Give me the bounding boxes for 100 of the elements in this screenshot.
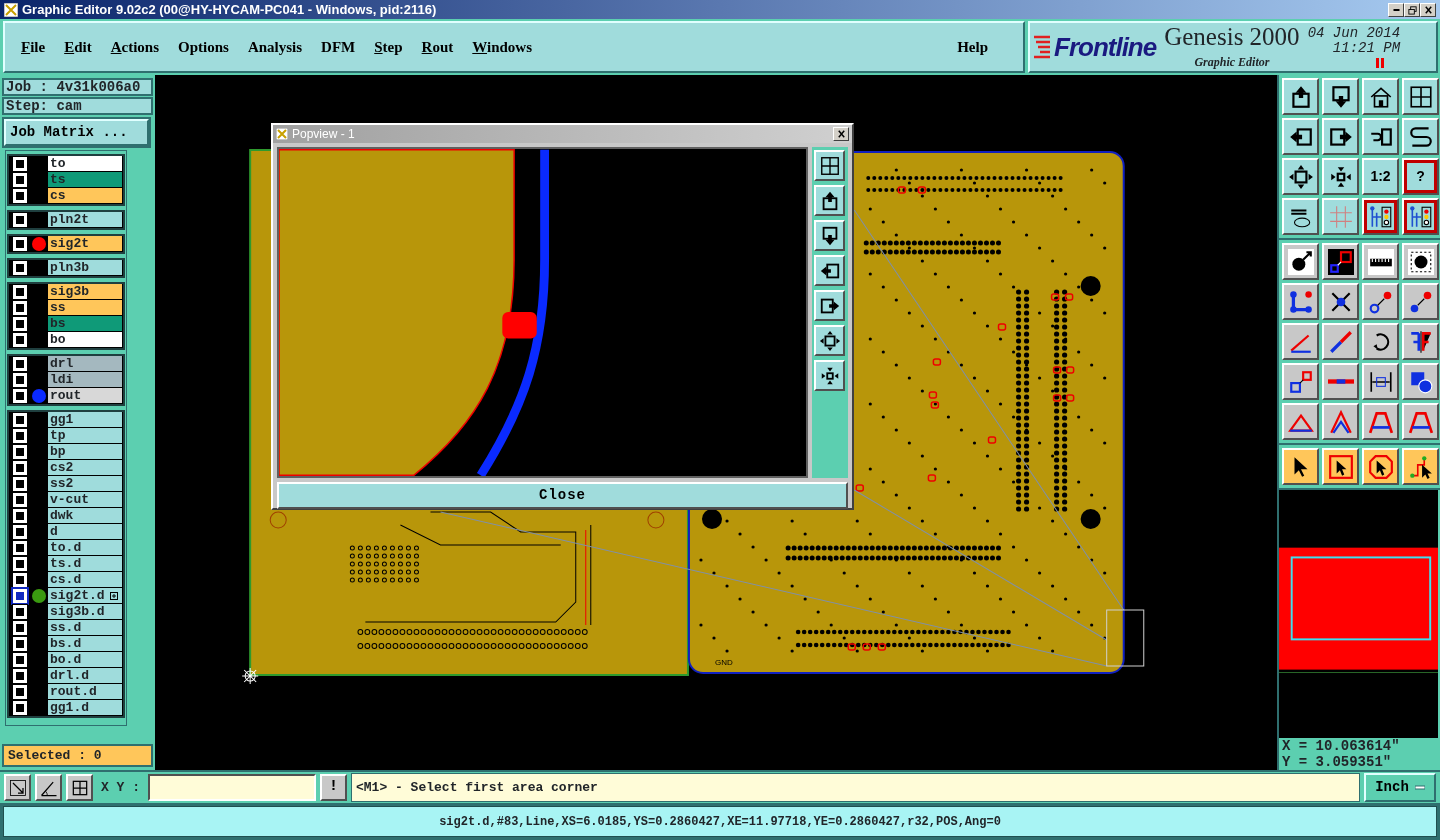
xy-input-field[interactable] xyxy=(148,774,316,801)
layer-checkbox[interactable] xyxy=(13,389,27,403)
tool-button[interactable] xyxy=(1402,118,1439,155)
layer-name[interactable]: gg1 xyxy=(48,412,122,427)
menu-item[interactable]: Step xyxy=(374,35,403,59)
layer-checkbox[interactable] xyxy=(13,373,27,387)
tool-button[interactable] xyxy=(1402,448,1439,485)
tool-button[interactable] xyxy=(1322,198,1359,235)
layer-checkbox[interactable] xyxy=(13,301,27,315)
layer-name[interactable]: bs.d xyxy=(48,636,122,651)
tool-button[interactable] xyxy=(1322,118,1359,155)
popup-tool-button[interactable] xyxy=(814,325,846,356)
layer-checkbox[interactable] xyxy=(13,413,27,427)
layer-checkbox[interactable] xyxy=(13,573,27,587)
tool-button[interactable] xyxy=(1282,198,1319,235)
tool-button[interactable] xyxy=(1362,243,1399,280)
tool-button[interactable] xyxy=(1282,403,1319,440)
layer-name[interactable]: rout xyxy=(48,388,122,403)
layer-name[interactable]: bs xyxy=(48,316,122,331)
tool-button[interactable] xyxy=(1362,283,1399,320)
layer-name[interactable]: cs.d xyxy=(48,572,122,587)
popup-tool-button[interactable] xyxy=(814,290,846,321)
tool-button[interactable] xyxy=(1282,78,1319,115)
layer-checkbox[interactable] xyxy=(13,461,27,475)
layer-name[interactable]: cs2 xyxy=(48,460,122,475)
popup-tool-button[interactable] xyxy=(814,150,846,181)
tool-button[interactable] xyxy=(1402,363,1439,400)
layer-name[interactable]: ss xyxy=(48,300,122,315)
tool-button[interactable] xyxy=(1322,448,1359,485)
layer-name[interactable]: drl.d xyxy=(48,668,122,683)
layer-name[interactable]: cs xyxy=(48,188,122,203)
layer-checkbox[interactable] xyxy=(13,285,27,299)
layer-name[interactable]: ss2 xyxy=(48,476,122,491)
menu-item[interactable]: DFM xyxy=(321,35,356,59)
menu-item[interactable]: Analysis xyxy=(247,35,303,59)
tool-button[interactable] xyxy=(1402,243,1439,280)
layer-name[interactable]: v-cut xyxy=(48,492,122,507)
layer-checkbox[interactable] xyxy=(13,605,27,619)
layer-checkbox[interactable] xyxy=(13,333,27,347)
close-button[interactable] xyxy=(1420,2,1436,17)
tool-button[interactable] xyxy=(1322,363,1359,400)
tool-button[interactable] xyxy=(1282,323,1319,360)
job-matrix-button[interactable]: Job Matrix ... xyxy=(4,119,149,146)
tool-button[interactable] xyxy=(1362,323,1399,360)
menu-item[interactable]: File xyxy=(21,35,46,59)
layer-checkbox[interactable] xyxy=(13,357,27,371)
popup-tool-button[interactable] xyxy=(814,360,846,391)
tool-button[interactable] xyxy=(1402,323,1439,360)
layer-checkbox[interactable] xyxy=(13,557,27,571)
tool-button[interactable] xyxy=(1402,78,1439,115)
layer-name[interactable]: sig2t.d xyxy=(48,588,122,603)
layer-name[interactable]: tp xyxy=(48,428,122,443)
layer-checkbox[interactable] xyxy=(13,317,27,331)
tool-button[interactable] xyxy=(1282,158,1319,195)
tool-button[interactable] xyxy=(1322,158,1359,195)
tool-button[interactable] xyxy=(1362,448,1399,485)
tool-button[interactable] xyxy=(1322,78,1359,115)
tool-button[interactable] xyxy=(1402,403,1439,440)
tool-button[interactable] xyxy=(1362,78,1399,115)
tool-button[interactable] xyxy=(1322,323,1359,360)
layer-checkbox[interactable] xyxy=(13,621,27,635)
tool-button[interactable]: ? xyxy=(1402,158,1439,195)
layer-name[interactable]: sig3b.d xyxy=(48,604,122,619)
snap-tool-button[interactable] xyxy=(66,774,93,801)
popup-tool-button[interactable] xyxy=(814,220,846,251)
tool-button[interactable] xyxy=(1362,363,1399,400)
tool-button[interactable] xyxy=(1282,118,1319,155)
layer-name[interactable]: bo xyxy=(48,332,122,347)
layer-checkbox[interactable] xyxy=(13,637,27,651)
tool-button[interactable] xyxy=(1322,403,1359,440)
layer-name[interactable]: to xyxy=(48,156,122,171)
layer-checkbox[interactable] xyxy=(13,429,27,443)
menu-item[interactable]: Windows xyxy=(472,35,533,59)
menu-item[interactable]: Options xyxy=(178,35,229,59)
tool-button[interactable] xyxy=(1362,118,1399,155)
layer-name[interactable]: pln3b xyxy=(48,260,122,275)
popup-close-button[interactable] xyxy=(833,127,849,141)
layer-name[interactable]: to.d xyxy=(48,540,122,555)
layer-name[interactable]: sig3b xyxy=(48,284,122,299)
snap-tool-button[interactable] xyxy=(35,774,62,801)
units-dropdown[interactable]: Inch xyxy=(1364,773,1436,802)
layer-checkbox[interactable] xyxy=(13,157,27,171)
layer-name[interactable]: ldi xyxy=(48,372,122,387)
layer-checkbox[interactable] xyxy=(13,653,27,667)
menu-item[interactable]: Edit xyxy=(64,35,92,59)
layer-name[interactable]: drl xyxy=(48,356,122,371)
layer-checkbox[interactable] xyxy=(13,477,27,491)
layer-checkbox[interactable] xyxy=(13,237,27,251)
layer-name[interactable]: gg1.d xyxy=(48,700,122,715)
layer-checkbox[interactable] xyxy=(13,445,27,459)
help-menu[interactable]: Help xyxy=(957,35,988,59)
tool-button[interactable] xyxy=(1402,283,1439,320)
layer-checkbox[interactable] xyxy=(13,541,27,555)
layer-checkbox[interactable] xyxy=(13,189,27,203)
layer-name[interactable]: ss.d xyxy=(48,620,122,635)
layer-checkbox[interactable] xyxy=(13,685,27,699)
popup-tool-button[interactable] xyxy=(814,255,846,286)
tool-button[interactable]: 1:2 xyxy=(1362,158,1399,195)
layer-checkbox[interactable] xyxy=(13,509,27,523)
layer-name[interactable]: bp xyxy=(48,444,122,459)
